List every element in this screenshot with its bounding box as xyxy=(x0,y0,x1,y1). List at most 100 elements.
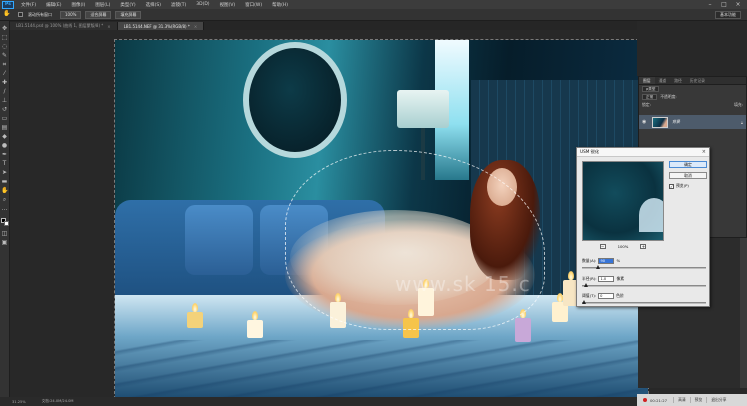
brush-tool-icon[interactable]: ∕ xyxy=(1,88,8,95)
fit-screen-button[interactable]: 适合屏幕 xyxy=(85,10,112,19)
shape-tool-icon[interactable]: ▬ xyxy=(1,178,8,185)
hd-button[interactable]: 高清 xyxy=(673,397,690,403)
photo-bed-folds xyxy=(115,340,648,398)
crop-tool-icon[interactable]: ⌗ xyxy=(1,61,8,68)
photo-sofa-cushion xyxy=(185,205,253,275)
radius-row: 半径(R): 1.0 像素 xyxy=(582,275,624,282)
screen-mode-icon[interactable]: ▣ xyxy=(1,239,8,246)
amount-input[interactable]: 90 xyxy=(598,257,615,264)
quick-select-icon[interactable]: ✎ xyxy=(1,52,8,59)
tab-layers[interactable]: 图层 xyxy=(639,77,655,84)
amount-slider-thumb[interactable] xyxy=(596,265,601,269)
amount-slider[interactable] xyxy=(582,265,706,269)
path-select-icon[interactable]: ➤ xyxy=(1,169,8,176)
zoom-readout[interactable]: 31.25% xyxy=(12,400,26,404)
tab-channels[interactable]: 通道 xyxy=(655,77,671,84)
menu-filter[interactable]: 滤镜(T) xyxy=(166,2,191,8)
menu-help[interactable]: 帮助(H) xyxy=(267,2,293,8)
amount-label: 数量(A): xyxy=(582,257,597,263)
tab-history[interactable]: 历史记录 xyxy=(686,77,709,84)
background-color-swatch[interactable] xyxy=(3,221,9,226)
layer-filter-row: ρ类型 xyxy=(639,85,746,93)
tab-close-icon[interactable]: × xyxy=(107,24,110,29)
toolbar: ✥ ⬚ ◌ ✎ ⌗ ⁄ ✚ ∕ ⊥ ↺ ▭ ▤ ◆ ● ✒ T ➤ ▬ ✋ ⌕ … xyxy=(0,21,10,406)
exit-share-button[interactable]: 退出分享 xyxy=(706,397,730,403)
tab-nef-document[interactable]: LB1.5144.NEF @ 31.3%(RGB/8) * × xyxy=(117,22,205,30)
radius-input[interactable]: 1.0 xyxy=(598,275,615,282)
scroll-all-checkbox[interactable] xyxy=(18,12,23,17)
menu-3d[interactable]: 3D(D) xyxy=(191,2,214,7)
history-brush-icon[interactable]: ↺ xyxy=(1,106,8,113)
move-tool-icon[interactable]: ✥ xyxy=(1,25,8,32)
threshold-row: 阈值(T): 0 色阶 xyxy=(582,292,624,299)
more-tools-icon[interactable]: … xyxy=(1,205,8,212)
marquee-tool-icon[interactable]: ⬚ xyxy=(1,34,8,41)
zoom-out-button[interactable]: − xyxy=(599,244,606,249)
blur-tool-icon[interactable]: ◆ xyxy=(1,133,8,140)
cancel-button[interactable]: 取消 xyxy=(669,172,707,179)
menu-view[interactable]: 视图(V) xyxy=(215,2,241,8)
menu-image[interactable]: 图像(I) xyxy=(66,2,90,8)
lasso-tool-icon[interactable]: ◌ xyxy=(1,43,8,50)
hand-tool-icon-2[interactable]: ✋ xyxy=(1,187,8,194)
lock-row: 锁定: 填充: xyxy=(639,101,746,109)
preview-checkbox[interactable]: ✓ xyxy=(669,183,674,189)
preview-button[interactable]: 预览 xyxy=(689,397,707,403)
eye-icon[interactable]: ◉ xyxy=(642,119,648,125)
eraser-icon[interactable]: ▭ xyxy=(1,115,8,122)
tab-close-icon[interactable]: × xyxy=(194,24,197,29)
menu-layer[interactable]: 图层(L) xyxy=(90,2,115,8)
close-icon[interactable]: × xyxy=(702,149,706,155)
preview-toggle[interactable]: ✓ 预览(P) xyxy=(669,183,707,189)
blend-mode-select[interactable]: 正常 xyxy=(642,94,658,100)
threshold-input[interactable]: 0 xyxy=(598,292,615,299)
minimize-icon[interactable]: – xyxy=(703,0,717,9)
menu-edit[interactable]: 编辑(E) xyxy=(41,2,66,8)
maximize-icon[interactable]: □ xyxy=(717,0,731,9)
eyedropper-icon[interactable]: ⁄ xyxy=(1,70,8,77)
zoom-tool-icon[interactable]: ⌕ xyxy=(1,196,8,203)
zoom-100-button[interactable]: 100% xyxy=(60,10,82,19)
record-dot-icon xyxy=(643,398,647,402)
workspace-select[interactable]: 基本功能 xyxy=(715,11,741,19)
radius-slider[interactable] xyxy=(582,283,706,287)
canvas-area: www.sk 15.c xyxy=(10,30,649,399)
panel-scrollbar[interactable] xyxy=(740,238,747,388)
tab-paths[interactable]: 路径 xyxy=(670,77,686,84)
menu-file[interactable]: 文件(F) xyxy=(16,2,41,8)
watermark-text: www.sk 15.c xyxy=(395,272,531,296)
tab-label: LB1.5144.NEF @ 31.3%(RGB/8) * xyxy=(123,23,190,29)
dialog-titlebar[interactable]: USM 锐化 × xyxy=(577,148,709,157)
layer-row-background[interactable]: ◉ 背景 🔒︎ xyxy=(639,115,746,129)
zoom-in-button[interactable]: + xyxy=(640,244,647,249)
menu-type[interactable]: 类型(Y) xyxy=(115,2,140,8)
photo-candle xyxy=(187,303,203,328)
document-photo[interactable]: www.sk 15.c xyxy=(115,40,648,398)
hand-tool-icon[interactable]: ✋ xyxy=(3,10,10,17)
tab-psd-document[interactable]: LB1.5144.psd @ 100% (曲线 1, 图层蒙版/8) * × xyxy=(10,22,118,30)
threshold-slider[interactable] xyxy=(582,300,706,304)
pen-tool-icon[interactable]: ✒ xyxy=(1,151,8,158)
radius-unit: 像素 xyxy=(616,275,625,281)
menu-window[interactable]: 窗口(W) xyxy=(240,2,267,8)
type-tool-icon[interactable]: T xyxy=(1,160,8,167)
gradient-tool-icon[interactable]: ▤ xyxy=(1,124,8,131)
healing-brush-icon[interactable]: ✚ xyxy=(1,79,8,86)
menu-select[interactable]: 选择(S) xyxy=(141,2,166,8)
clone-stamp-icon[interactable]: ⊥ xyxy=(1,97,8,104)
dialog-title: USM 锐化 xyxy=(580,149,600,154)
fill-screen-button[interactable]: 填充屏幕 xyxy=(115,10,142,19)
ok-button[interactable]: 确定 xyxy=(669,161,707,168)
close-icon[interactable]: × xyxy=(731,0,745,9)
preview-checkbox-label: 预览(P) xyxy=(676,183,689,188)
photo-candle xyxy=(247,311,263,338)
filter-preview[interactable] xyxy=(582,161,664,241)
color-swatches[interactable] xyxy=(0,218,9,226)
threshold-slider-thumb[interactable] xyxy=(582,300,586,304)
quick-mask-icon[interactable]: ◫ xyxy=(1,230,8,237)
radius-slider-thumb[interactable] xyxy=(584,283,589,287)
scroll-all-label: 滚动所有窗口 xyxy=(28,11,52,17)
photoshop-logo: Ps xyxy=(2,0,14,9)
layer-kind-select[interactable]: ρ类型 xyxy=(642,86,660,92)
dodge-tool-icon[interactable]: ● xyxy=(1,142,8,149)
